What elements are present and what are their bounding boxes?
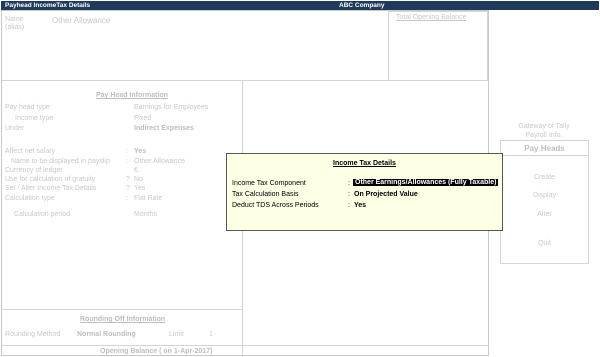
tax-calculation-basis-field[interactable]: On Projected Value bbox=[354, 191, 418, 198]
tax-calculation-basis-label: Tax Calculation Basis bbox=[232, 191, 299, 198]
deduct-tds-colon: : bbox=[348, 202, 350, 209]
gratuity-colon: ? bbox=[126, 176, 130, 183]
rounding-method-label: Rounding Method bbox=[5, 331, 61, 338]
rounding-method-value[interactable]: Normal Rounding bbox=[77, 331, 136, 338]
payroll-info-label: Payroll Info. bbox=[525, 132, 563, 139]
income-tax-component-colon: : bbox=[348, 180, 350, 187]
payslip-name-colon: : bbox=[126, 158, 128, 165]
income-tax-details-dialog: Income Tax Details Income Tax Component … bbox=[226, 153, 503, 231]
currency-label: Currency of ledger bbox=[5, 167, 63, 174]
calculation-type-label: Calculation type bbox=[5, 195, 55, 202]
opening-balance-label: Opening Balance ( on 1-Apr-2017) bbox=[100, 348, 213, 355]
gateway-of-tally-label: Gateway of Tally bbox=[518, 123, 570, 130]
alias-label: (alias) bbox=[5, 24, 25, 31]
income-tax-component-field[interactable]: Other Earnings/Allowances (Fully Taxable… bbox=[353, 179, 499, 186]
income-tax-details-colon: ? bbox=[126, 185, 130, 192]
calculation-period-label: Calculation period bbox=[14, 211, 71, 218]
rounding-heading: Rounding Off Information bbox=[80, 316, 166, 323]
payslip-name-value[interactable]: Other Allowance bbox=[134, 158, 185, 165]
quit-button[interactable]: Quit bbox=[501, 240, 588, 247]
deduct-tds-field[interactable]: Yes bbox=[354, 202, 366, 209]
title-bar: Payhead IncomeTax Details ABC Company bbox=[1, 1, 599, 10]
affect-net-salary-value[interactable]: Yes bbox=[134, 148, 146, 155]
rounding-divider bbox=[2, 309, 242, 310]
name-field[interactable]: Other Allowance bbox=[52, 16, 110, 25]
deduct-tds-label: Deduct TDS Across Periods bbox=[232, 202, 319, 209]
income-tax-component-label: Income Tax Component bbox=[232, 180, 306, 187]
income-tax-details-value[interactable]: Yes bbox=[134, 185, 145, 192]
under-label: Under bbox=[5, 125, 25, 132]
pay-head-type-value[interactable]: Earnings for Employees bbox=[134, 104, 208, 111]
divider bbox=[2, 80, 490, 81]
rounding-limit-label: Limit bbox=[169, 331, 184, 338]
create-button[interactable]: Create bbox=[501, 174, 588, 181]
display-button[interactable]: Display bbox=[501, 192, 588, 199]
bottom-divider bbox=[2, 345, 490, 346]
currency-value[interactable]: € bbox=[134, 167, 138, 174]
tax-calculation-basis-colon: : bbox=[348, 191, 350, 198]
screen-title: Payhead IncomeTax Details bbox=[5, 2, 91, 9]
pay-head-info-heading: Pay Head Information bbox=[96, 92, 168, 99]
total-opening-balance-label: Total Opening Balance bbox=[396, 14, 467, 21]
name-label: Name bbox=[5, 16, 24, 23]
pay-heads-divider bbox=[501, 155, 588, 156]
gratuity-value[interactable]: No bbox=[134, 176, 143, 183]
opening-balance-box bbox=[388, 11, 488, 81]
calculation-type-colon: : bbox=[126, 195, 128, 202]
income-tax-details-label: Set / Alter Income Tax Details bbox=[5, 185, 97, 192]
rounding-limit-value[interactable]: 1 bbox=[209, 331, 213, 338]
pay-head-type-label: Pay head type bbox=[5, 104, 50, 111]
under-value[interactable]: Indirect Expenses bbox=[134, 125, 194, 132]
calculation-period-value[interactable]: Months bbox=[134, 211, 157, 218]
income-type-label: Income type bbox=[15, 115, 54, 122]
company-name: ABC Company bbox=[339, 2, 385, 9]
affect-net-salary-label: Affect net salary bbox=[5, 148, 56, 155]
affect-net-salary-colon: : bbox=[126, 148, 128, 155]
pay-heads-button-panel: Pay Heads Create Display Alter Quit bbox=[500, 140, 589, 264]
calculation-type-value[interactable]: Flat Rate bbox=[134, 195, 162, 202]
dialog-title: Income Tax Details bbox=[333, 160, 396, 167]
pay-heads-heading: Pay Heads bbox=[524, 144, 565, 153]
gratuity-label: Use for calculation of gratuity bbox=[5, 176, 96, 183]
payslip-name-label: Name to be displayed in payslip bbox=[11, 158, 110, 165]
alter-button[interactable]: Alter bbox=[501, 211, 588, 218]
income-type-value[interactable]: Fixed bbox=[134, 115, 151, 122]
